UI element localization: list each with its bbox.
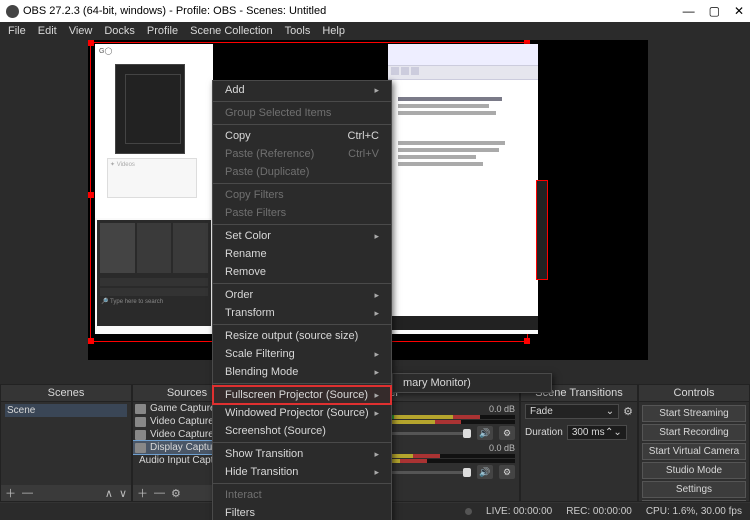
status-live: LIVE: 00:00:00 — [486, 506, 552, 517]
ctx-transform[interactable]: Transform▸ — [213, 304, 391, 322]
close-button[interactable]: ✕ — [734, 4, 744, 18]
ctx-group: Group Selected Items — [213, 104, 391, 122]
scene-filter-icon[interactable]: ∧ — [105, 487, 113, 500]
ctx-rename[interactable]: Rename — [213, 245, 391, 263]
studio-mode-button[interactable]: Studio Mode — [642, 462, 746, 479]
window-title: OBS 27.2.3 (64-bit, windows) - Profile: … — [23, 5, 326, 17]
ctx-order[interactable]: Order▸ — [213, 286, 391, 304]
remove-source-button[interactable]: — — [154, 487, 165, 499]
ctx-paste-filters: Paste Filters — [213, 204, 391, 222]
add-scene-button[interactable]: ＋ — [5, 485, 16, 501]
status-cpu: CPU: 1.6%, 30.00 fps — [646, 506, 742, 517]
mixer-mic-db: 0.0 dB — [489, 443, 515, 453]
preview-area: G◯ ✦ Videos 🔎 Type here to search — [0, 40, 750, 385]
start-virtual-camera-button[interactable]: Start Virtual Camera — [642, 443, 746, 460]
menu-help[interactable]: Help — [322, 25, 345, 37]
menu-profile[interactable]: Profile — [147, 25, 178, 37]
monitor-icon — [135, 443, 146, 453]
transition-settings-button[interactable]: ⚙ — [623, 405, 633, 418]
scene-move-down[interactable]: ∨ — [119, 487, 127, 500]
ctx-paste-ref: Paste (Reference) Ctrl+V — [213, 145, 391, 163]
ctx-resize-output[interactable]: Resize output (source size) — [213, 327, 391, 345]
maximize-button[interactable]: ▢ — [709, 4, 720, 18]
camera-icon — [135, 430, 146, 440]
ctx-copy-filters: Copy Filters — [213, 186, 391, 204]
controls-dock: Controls Start Streaming Start Recording… — [638, 384, 750, 502]
ctx-screenshot-source[interactable]: Screenshot (Source) — [213, 422, 391, 440]
preview-left-screen: G◯ ✦ Videos 🔎 Type here to search — [95, 44, 213, 334]
ctx-paste-dup: Paste (Duplicate) — [213, 163, 391, 181]
add-source-button[interactable]: ＋ — [137, 485, 148, 501]
game-icon — [135, 404, 146, 414]
remove-scene-button[interactable]: — — [22, 487, 33, 499]
ctx-fullscreen-projector[interactable]: Fullscreen Projector (Source)▸ — [213, 386, 391, 404]
mixer-desktop-db: 0.0 dB — [489, 404, 515, 414]
submenu-primary-monitor[interactable]: mary Monitor) — [393, 374, 551, 392]
duration-input[interactable]: 300 ms⌃⌄ — [567, 425, 627, 440]
ctx-interact: Interact — [213, 486, 391, 504]
menu-edit[interactable]: Edit — [38, 25, 57, 37]
desktop-mute-button[interactable]: 🔊 — [477, 426, 493, 440]
titlebar: OBS 27.2.3 (64-bit, windows) - Profile: … — [0, 0, 750, 22]
menu-tools[interactable]: Tools — [285, 25, 311, 37]
menu-docks[interactable]: Docks — [104, 25, 135, 37]
source-settings-button[interactable]: ⚙ — [171, 487, 181, 500]
ctx-windowed-projector[interactable]: Windowed Projector (Source)▸ — [213, 404, 391, 422]
scenes-dock: Scenes Scene ＋ — ∧ ∨ — [0, 384, 132, 502]
ctx-blending-mode[interactable]: Blending Mode▸ — [213, 363, 391, 381]
exit-button[interactable]: Exit — [642, 500, 746, 501]
desktop-settings-button[interactable]: ⚙ — [499, 426, 515, 440]
ctx-scale-filtering[interactable]: Scale Filtering▸ — [213, 345, 391, 363]
menu-file[interactable]: File — [8, 25, 26, 37]
minimize-button[interactable]: — — [683, 4, 695, 18]
source-context-menu: Add▸ Group Selected Items Copy Ctrl+C Pa… — [212, 80, 392, 520]
start-recording-button[interactable]: Start Recording — [642, 424, 746, 441]
scenes-header: Scenes — [1, 385, 131, 402]
ctx-filters[interactable]: Filters — [213, 504, 391, 520]
duration-label: Duration — [525, 427, 563, 438]
menubar: File Edit View Docks Profile Scene Colle… — [0, 22, 750, 40]
ctx-set-color[interactable]: Set Color▸ — [213, 227, 391, 245]
camera-icon — [135, 417, 146, 427]
ctx-copy[interactable]: Copy Ctrl+C — [213, 127, 391, 145]
preview-right-screen — [388, 44, 538, 334]
mic-settings-button[interactable]: ⚙ — [499, 465, 515, 479]
menu-scene-collection[interactable]: Scene Collection — [190, 25, 273, 37]
transitions-dock: Scene Transitions Fade⌄ ⚙ Duration 300 m… — [520, 384, 638, 502]
start-streaming-button[interactable]: Start Streaming — [642, 405, 746, 422]
obs-icon — [6, 5, 19, 18]
ctx-hide-transition[interactable]: Hide Transition▸ — [213, 463, 391, 481]
mic-mute-button[interactable]: 🔊 — [477, 465, 493, 479]
status-rec: REC: 00:00:00 — [566, 506, 632, 517]
menu-view[interactable]: View — [69, 25, 93, 37]
ctx-show-transition[interactable]: Show Transition▸ — [213, 445, 391, 463]
live-wedge-icon — [465, 508, 472, 515]
scene-item[interactable]: Scene — [5, 404, 127, 417]
ctx-remove[interactable]: Remove — [213, 263, 391, 281]
transition-select[interactable]: Fade⌄ — [525, 404, 619, 419]
ctx-add[interactable]: Add▸ — [213, 81, 391, 99]
preview-side-toolbar[interactable] — [536, 180, 548, 280]
settings-button[interactable]: Settings — [642, 481, 746, 498]
controls-header: Controls — [639, 385, 749, 402]
projector-submenu: mary Monitor) — [392, 373, 552, 393]
